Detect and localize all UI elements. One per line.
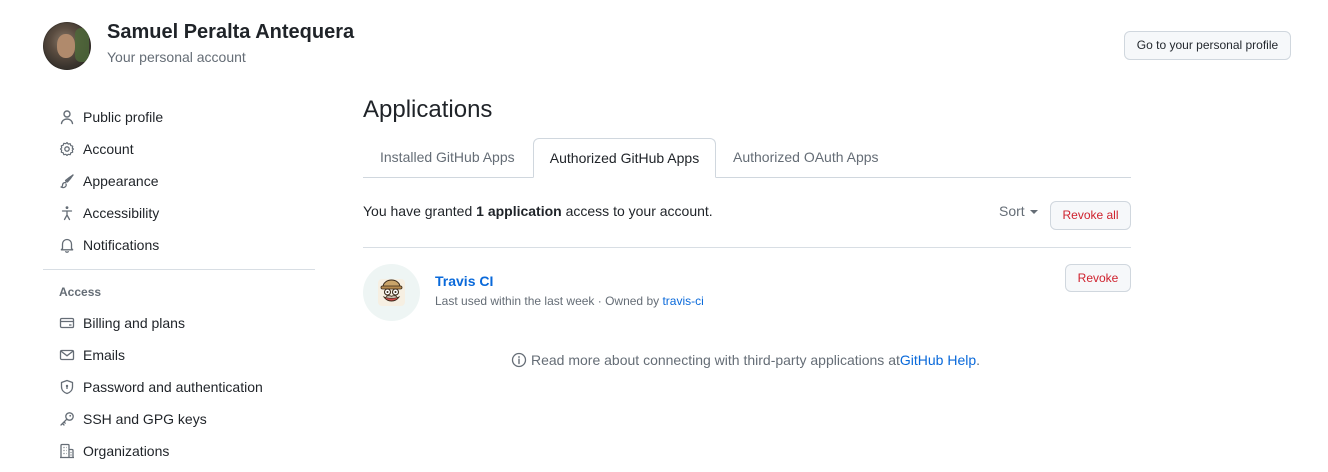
sidebar-item-label: Password and authentication <box>83 379 263 395</box>
help-suffix: . <box>976 352 981 368</box>
granted-suffix: access to your account. <box>561 203 713 219</box>
app-meta-text: Last used within the last week · Owned b… <box>435 294 663 308</box>
sidebar-item-password[interactable]: Password and authentication <box>59 375 263 399</box>
sidebar-divider <box>43 269 315 270</box>
granted-summary: You have granted 1 application access to… <box>363 203 713 219</box>
sort-dropdown[interactable]: Sort <box>999 203 1038 219</box>
sidebar-item-account[interactable]: Account <box>59 137 134 161</box>
accessibility-icon <box>59 205 75 221</box>
list-divider <box>363 247 1131 248</box>
revoke-button[interactable]: Revoke <box>1065 264 1131 292</box>
app-name-travis-ci[interactable]: Travis CI <box>435 273 493 289</box>
key-icon <box>59 411 75 427</box>
sidebar-item-label: Notifications <box>83 237 160 253</box>
sidebar-item-emails[interactable]: Emails <box>59 343 125 367</box>
caret-down-icon <box>1029 209 1038 214</box>
sidebar-item-accessibility[interactable]: Accessibility <box>59 201 159 225</box>
sidebar-item-label: Organizations <box>83 443 170 459</box>
sidebar-item-public-profile[interactable]: Public profile <box>59 105 163 129</box>
github-help-link[interactable]: GitHub Help <box>900 352 976 368</box>
mail-icon <box>59 347 75 363</box>
sidebar-item-ssh-keys[interactable]: SSH and GPG keys <box>59 407 207 431</box>
app-owner-link[interactable]: travis-ci <box>662 294 703 308</box>
organization-icon <box>59 443 75 459</box>
granted-prefix: You have granted <box>363 203 477 219</box>
sidebar-item-notifications[interactable]: Notifications <box>59 233 159 257</box>
sidebar-item-label: Public profile <box>83 109 164 125</box>
sidebar-item-appearance[interactable]: Appearance <box>59 169 159 193</box>
person-icon <box>59 109 75 125</box>
sidebar-item-label: Billing and plans <box>83 315 185 331</box>
help-text: Read more about connecting with third-pa… <box>531 352 900 368</box>
gear-icon <box>59 141 75 157</box>
sidebar-item-billing[interactable]: Billing and plans <box>59 311 185 335</box>
sidebar-item-label: Accessibility <box>83 205 160 221</box>
account-name: Samuel Peralta Antequera <box>107 21 355 43</box>
granted-count: 1 application <box>476 203 562 219</box>
revoke-all-button[interactable]: Revoke all <box>1050 201 1131 230</box>
sort-label: Sort <box>999 203 1025 219</box>
help-note: Read more about connecting with third-pa… <box>511 352 980 368</box>
sidebar-heading-access: Access <box>59 285 102 299</box>
sidebar-item-label: Account <box>83 141 134 157</box>
paintbrush-icon <box>59 173 75 189</box>
tabs-divider <box>363 177 1131 178</box>
sidebar-item-label: Appearance <box>83 173 159 189</box>
tab-installed-github-apps[interactable]: Installed GitHub Apps <box>380 138 515 178</box>
sidebar-item-label: SSH and GPG keys <box>83 411 207 427</box>
tab-authorized-oauth-apps[interactable]: Authorized OAuth Apps <box>733 138 879 178</box>
credit-card-icon <box>59 315 75 331</box>
bell-icon <box>59 237 75 253</box>
travis-ci-mascot-icon <box>363 264 420 321</box>
app-meta: Last used within the last week · Owned b… <box>435 294 704 308</box>
tab-authorized-github-apps[interactable]: Authorized GitHub Apps <box>533 138 716 178</box>
page-title: Applications <box>363 96 493 123</box>
avatar[interactable] <box>43 22 91 70</box>
go-to-profile-button[interactable]: Go to your personal profile <box>1124 31 1291 60</box>
shield-lock-icon <box>59 379 75 395</box>
account-subtitle: Your personal account <box>107 49 246 65</box>
info-icon <box>511 352 527 368</box>
sidebar-item-label: Emails <box>83 347 126 363</box>
sidebar-item-organizations[interactable]: Organizations <box>59 439 169 463</box>
